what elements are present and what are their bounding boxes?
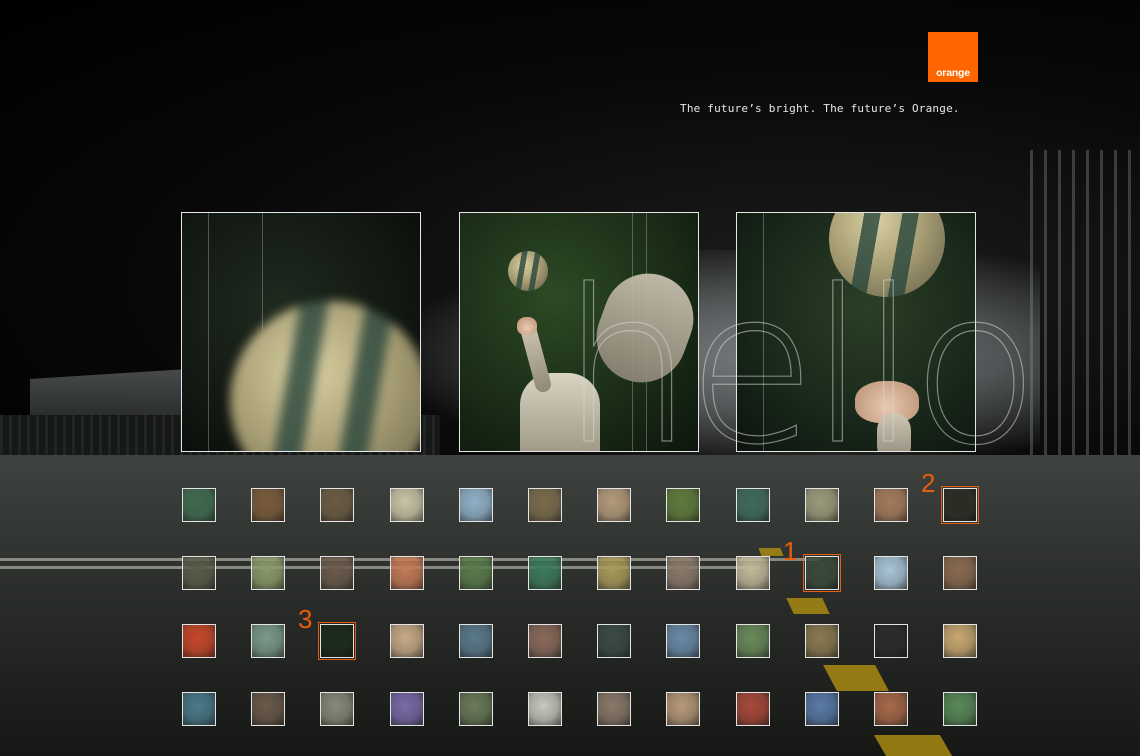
arm-image: [877, 413, 911, 451]
blurred-ball-image: [230, 301, 420, 451]
thumbnail[interactable]: [666, 556, 700, 590]
thumbnail[interactable]: [320, 692, 354, 726]
marker-number: 1: [783, 536, 798, 566]
thumbnail[interactable]: [805, 692, 839, 726]
thumbnail[interactable]: [390, 624, 424, 658]
thumbnail[interactable]: [805, 488, 839, 522]
thumbnail[interactable]: [251, 692, 285, 726]
thumbnail[interactable]: [182, 556, 216, 590]
thumbnail[interactable]: [666, 488, 700, 522]
ball-image: [829, 213, 945, 297]
thumbnail[interactable]: [597, 624, 631, 658]
thumbnail[interactable]: [943, 488, 977, 522]
thumbnail[interactable]: [182, 624, 216, 658]
thumbnail[interactable]: [251, 488, 285, 522]
person-image: [520, 373, 600, 451]
thumbnail[interactable]: [736, 624, 770, 658]
thumbnail[interactable]: [805, 624, 839, 658]
road-dash: [758, 548, 784, 556]
thumbnail[interactable]: [390, 556, 424, 590]
thumbnail[interactable]: [320, 556, 354, 590]
road-line: [0, 566, 760, 569]
thumbnail[interactable]: [251, 556, 285, 590]
thumbnail[interactable]: [251, 624, 285, 658]
foreground-arm-image: [583, 260, 698, 396]
thumbnail[interactable]: [736, 692, 770, 726]
video-frame-2[interactable]: [459, 212, 699, 452]
thumbnail[interactable]: [597, 556, 631, 590]
thumbnail[interactable]: [528, 556, 562, 590]
marker-number: 2: [921, 468, 936, 498]
thumbnail[interactable]: [736, 488, 770, 522]
orange-logo[interactable]: orange: [928, 32, 978, 82]
steel-structure: [1030, 150, 1140, 480]
video-frame-1[interactable]: [181, 212, 421, 452]
thumbnail[interactable]: [528, 692, 562, 726]
thumbnail[interactable]: [943, 624, 977, 658]
tagline: The future’s bright. The future’s Orange…: [680, 102, 960, 115]
thumbnail[interactable]: [390, 488, 424, 522]
thumbnail[interactable]: [805, 556, 839, 590]
thumbnail[interactable]: [736, 556, 770, 590]
thumbnail[interactable]: [874, 556, 908, 590]
road-dash: [786, 598, 830, 614]
thumbnail[interactable]: [597, 692, 631, 726]
thumbnail[interactable]: [528, 488, 562, 522]
thumbnail[interactable]: [459, 556, 493, 590]
thumbnail[interactable]: [459, 692, 493, 726]
thumbnail[interactable]: [459, 624, 493, 658]
thumbnail[interactable]: [666, 692, 700, 726]
video-frame-3[interactable]: [736, 212, 976, 452]
thumbnail[interactable]: [597, 488, 631, 522]
thumbnail[interactable]: [943, 556, 977, 590]
thumbnail[interactable]: [874, 488, 908, 522]
thumbnail[interactable]: [943, 692, 977, 726]
thumbnail[interactable]: [666, 624, 700, 658]
thumbnail[interactable]: [459, 488, 493, 522]
frame-guide-line: [208, 213, 209, 451]
frame-guide-line: [763, 213, 764, 451]
thumbnail[interactable]: [182, 692, 216, 726]
thumbnail[interactable]: [320, 488, 354, 522]
thumbnail[interactable]: [182, 488, 216, 522]
thumbnail[interactable]: [390, 692, 424, 726]
thumbnail[interactable]: [874, 692, 908, 726]
thumbnail[interactable]: [528, 624, 562, 658]
hand-image: [517, 317, 537, 335]
road-dash: [873, 735, 953, 756]
ball-image: [508, 251, 548, 291]
thumbnail[interactable]: [874, 624, 908, 658]
thumbnail[interactable]: [320, 624, 354, 658]
logo-text: orange: [936, 67, 970, 79]
marker-number: 3: [298, 604, 313, 634]
